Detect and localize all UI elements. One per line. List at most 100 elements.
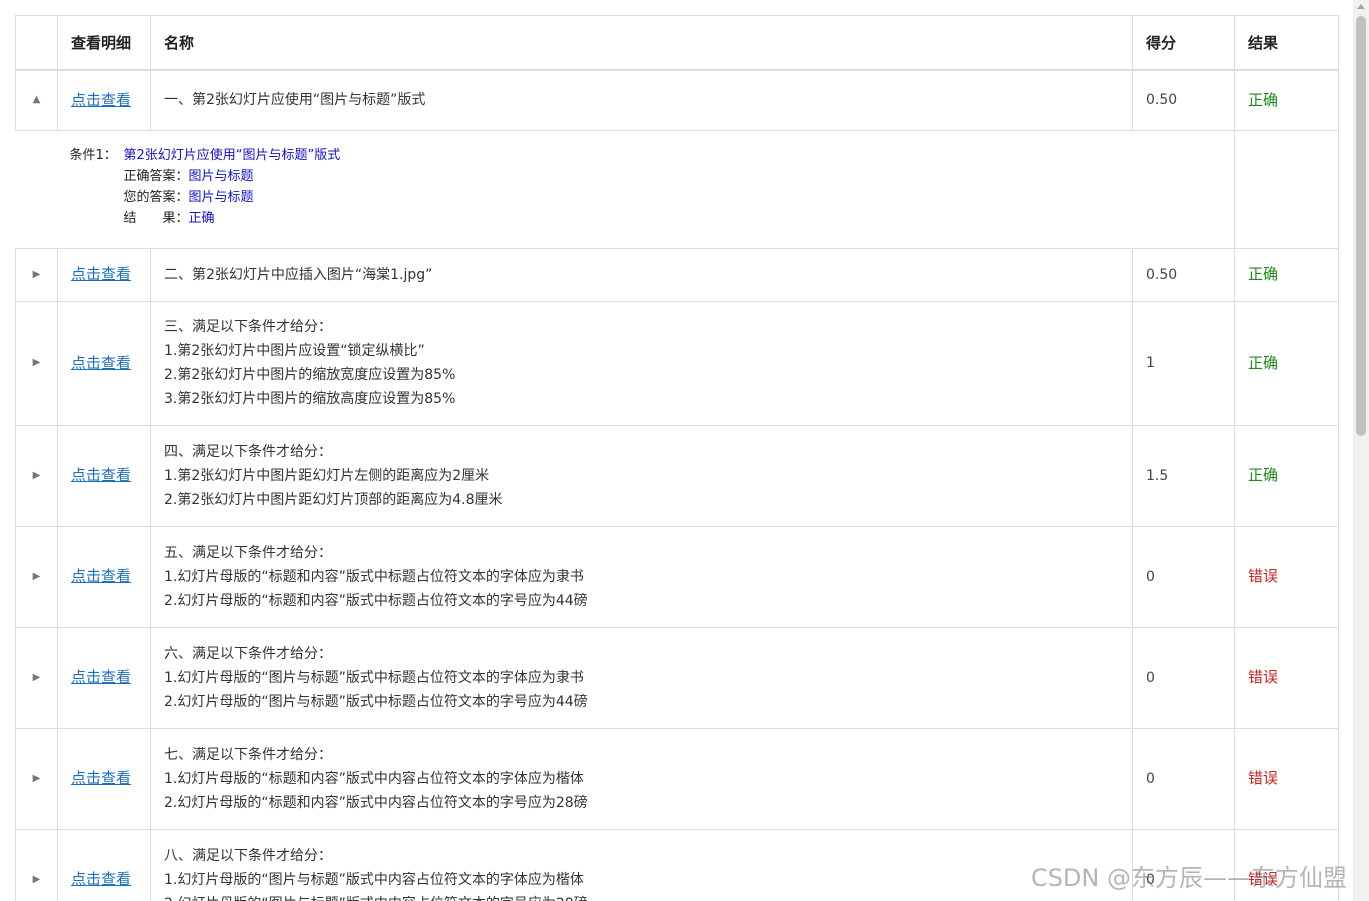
your-answer-label: 您的答案： bbox=[123, 190, 189, 205]
expand-triangle-icon[interactable]: ▶ bbox=[15, 727, 58, 830]
table-row: ▶ 点击查看 五、满足以下条件才给分： 1.幻灯片母版的“标题和内容”版式中标题占位符… bbox=[15, 525, 1339, 628]
result-cell: 正确 bbox=[1234, 300, 1339, 426]
detail-link-cell: 点击查看 bbox=[57, 247, 151, 302]
collapse-triangle-icon[interactable]: ▲ bbox=[15, 69, 58, 131]
table-row: ▲ 点击查看 一、第2张幻灯片应使用“图片与标题”版式 0.50 正确 bbox=[15, 69, 1339, 131]
detail-link-cell: 点击查看 bbox=[57, 626, 151, 729]
view-detail-link[interactable]: 点击查看 bbox=[71, 91, 131, 109]
view-detail-link[interactable]: 点击查看 bbox=[71, 567, 131, 585]
detail-result-row: 结 果： 正确 bbox=[70, 208, 1235, 229]
view-detail-link[interactable]: 点击查看 bbox=[71, 354, 131, 372]
result-cell: 正确 bbox=[1234, 424, 1339, 527]
item-name-line: 1.第2张幻灯片中图片应设置“锁定纵横比” bbox=[164, 343, 425, 359]
result-status: 错误 bbox=[1248, 567, 1279, 585]
item-name-line: 二、第2张幻灯片中应插入图片“海棠1.jpg” bbox=[164, 266, 433, 283]
detail-row: 条件1： 第2张幻灯片应使用“图片与标题”版式 正确答案： 图片与标题 您的答案： 图片与… bbox=[15, 129, 1339, 249]
condition-row: 条件1： 第2张幻灯片应使用“图片与标题”版式 bbox=[70, 145, 1235, 166]
score-value: 0 bbox=[1132, 727, 1235, 830]
vertical-scrollbar[interactable] bbox=[1353, 0, 1369, 901]
detail-result-value: 正确 bbox=[188, 211, 215, 226]
header-score: 得分 bbox=[1132, 15, 1235, 71]
result-cell: 错误 bbox=[1234, 525, 1339, 628]
header-detail: 查看明细 bbox=[57, 15, 151, 71]
table-row: ▶ 点击查看 二、第2张幻灯片中应插入图片“海棠1.jpg” 0.50 正确 bbox=[15, 247, 1339, 302]
score-value: 0 bbox=[1132, 525, 1235, 628]
detail-link-cell: 点击查看 bbox=[57, 727, 151, 830]
expand-triangle-icon[interactable]: ▶ bbox=[15, 247, 58, 302]
expand-triangle-icon[interactable]: ▶ bbox=[15, 828, 58, 901]
your-answer-row: 您的答案： 图片与标题 bbox=[70, 187, 1235, 208]
item-name-line: 一、第2张幻灯片应使用“图片与标题”版式 bbox=[164, 92, 426, 109]
your-answer-value: 图片与标题 bbox=[188, 190, 254, 205]
condition-text: 第2张幻灯片应使用“图片与标题”版式 bbox=[123, 148, 341, 163]
table-row: ▶ 点击查看 三、满足以下条件才给分： 1.第2张幻灯片中图片应设置“锁定纵横比” 2.… bbox=[15, 300, 1339, 426]
view-detail-link[interactable]: 点击查看 bbox=[71, 466, 131, 484]
item-name-line: 1.第2张幻灯片中图片距幻灯片左侧的距离应为2厘米 bbox=[164, 467, 490, 484]
grading-table: 查看明细 名称 得分 结果 ▲ 点击查看 一、第2张幻灯片应使用“图片与标题”版式 0… bbox=[15, 15, 1339, 901]
table-header-row: 查看明细 名称 得分 结果 bbox=[15, 15, 1339, 71]
score-value: 0 bbox=[1132, 626, 1235, 729]
correct-answer-label: 正确答案： bbox=[123, 169, 189, 184]
header-result: 结果 bbox=[1234, 15, 1339, 71]
results-page: 查看明细 名称 得分 结果 ▲ 点击查看 一、第2张幻灯片应使用“图片与标题”版式 0… bbox=[0, 0, 1353, 901]
item-name-line: 2.幻灯片母版的“标题和内容”版式中内容占位符文本的字号应为28磅 bbox=[164, 794, 588, 811]
detail-result-spacer bbox=[1234, 129, 1339, 249]
item-name-line: 三、满足以下条件才给分： bbox=[164, 319, 332, 335]
table-row: ▶ 点击查看 六、满足以下条件才给分： 1.幻灯片母版的“图片与标题”版式中标题占位符… bbox=[15, 626, 1339, 729]
item-name-line: 1.幻灯片母版的“标题和内容”版式中标题占位符文本的字体应为隶书 bbox=[164, 568, 584, 585]
score-value: 0.50 bbox=[1132, 247, 1235, 302]
result-cell: 错误 bbox=[1234, 727, 1339, 830]
correct-answer-value: 图片与标题 bbox=[188, 169, 254, 184]
result-status: 正确 bbox=[1248, 466, 1279, 484]
detail-result-label: 结 果： bbox=[123, 211, 189, 226]
expand-triangle-icon[interactable]: ▶ bbox=[15, 626, 58, 729]
expand-triangle-icon[interactable]: ▶ bbox=[15, 300, 58, 426]
result-cell: 正确 bbox=[1234, 69, 1339, 131]
score-value: 1.5 bbox=[1132, 424, 1235, 527]
item-name-cell: 七、满足以下条件才给分： 1.幻灯片母版的“标题和内容”版式中内容占位符文本的字体… bbox=[150, 727, 1133, 830]
result-cell: 错误 bbox=[1234, 626, 1339, 729]
result-status: 错误 bbox=[1248, 769, 1279, 787]
item-name-line: 七、满足以下条件才给分： bbox=[164, 746, 332, 763]
item-name-line: 1.幻灯片母版的“图片与标题”版式中内容占位符文本的字体应为楷体 bbox=[164, 871, 584, 888]
header-toggle bbox=[15, 15, 58, 71]
table-body: ▲ 点击查看 一、第2张幻灯片应使用“图片与标题”版式 0.50 正确 条件1： 第2张幻灯… bbox=[15, 69, 1339, 901]
detail-link-cell: 点击查看 bbox=[57, 69, 151, 131]
view-detail-link[interactable]: 点击查看 bbox=[71, 265, 131, 283]
item-name-line: 1.幻灯片母版的“图片与标题”版式中标题占位符文本的字体应为隶书 bbox=[164, 669, 584, 686]
condition-label: 条件1： bbox=[69, 148, 117, 163]
item-name-line: 四、满足以下条件才给分： bbox=[164, 443, 332, 460]
item-name-line: 3.第2张幻灯片中图片的缩放高度应设置为85% bbox=[164, 391, 456, 407]
expand-triangle-icon[interactable]: ▶ bbox=[15, 525, 58, 628]
result-status: 正确 bbox=[1248, 90, 1279, 109]
item-name-cell: 六、满足以下条件才给分： 1.幻灯片母版的“图片与标题”版式中标题占位符文本的字体… bbox=[150, 626, 1133, 729]
score-value: 0.50 bbox=[1132, 69, 1235, 131]
item-name-line: 2.第2张幻灯片中图片的缩放宽度应设置为85% bbox=[164, 367, 456, 383]
detail-panel: 条件1： 第2张幻灯片应使用“图片与标题”版式 正确答案： 图片与标题 您的答案： 图片与… bbox=[15, 129, 1235, 249]
item-name-cell: 二、第2张幻灯片中应插入图片“海棠1.jpg” bbox=[150, 247, 1133, 302]
watermark: CSDN @东方辰——东方仙盟 bbox=[1030, 864, 1347, 892]
detail-link-cell: 点击查看 bbox=[57, 424, 151, 527]
item-name-cell: 一、第2张幻灯片应使用“图片与标题”版式 bbox=[150, 69, 1133, 131]
item-name-line: 2.幻灯片母版的“标题和内容”版式中标题占位符文本的字号应为44磅 bbox=[164, 592, 588, 609]
item-name-line: 六、满足以下条件才给分： bbox=[164, 645, 332, 662]
item-name-line: 八、满足以下条件才给分： bbox=[164, 847, 332, 864]
result-status: 正确 bbox=[1248, 265, 1279, 283]
view-detail-link[interactable]: 点击查看 bbox=[71, 870, 131, 888]
expand-triangle-icon[interactable]: ▶ bbox=[15, 424, 58, 527]
detail-link-cell: 点击查看 bbox=[57, 300, 151, 426]
correct-answer-row: 正确答案： 图片与标题 bbox=[70, 166, 1235, 187]
view-detail-link[interactable]: 点击查看 bbox=[71, 668, 131, 686]
item-name-line: 2.幻灯片母版的“图片与标题”版式中内容占位符文本的字号应为28磅 bbox=[164, 892, 1119, 901]
view-detail-link[interactable]: 点击查看 bbox=[71, 769, 131, 787]
table-row: ▶ 点击查看 四、满足以下条件才给分： 1.第2张幻灯片中图片距幻灯片左侧的距离应为2… bbox=[15, 424, 1339, 527]
scroll-thumb[interactable] bbox=[1356, 16, 1366, 436]
item-name-line: 2.第2张幻灯片中图片距幻灯片顶部的距离应为4.8厘米 bbox=[164, 491, 503, 508]
item-name-cell: 三、满足以下条件才给分： 1.第2张幻灯片中图片应设置“锁定纵横比” 2.第2张幻灯… bbox=[150, 300, 1133, 426]
result-status: 正确 bbox=[1248, 353, 1279, 372]
item-name-line: 2.幻灯片母版的“图片与标题”版式中标题占位符文本的字号应为44磅 bbox=[164, 693, 588, 710]
detail-link-cell: 点击查看 bbox=[57, 828, 151, 901]
scroll-up-arrow-icon[interactable] bbox=[1357, 4, 1365, 9]
table-row: ▶ 点击查看 七、满足以下条件才给分： 1.幻灯片母版的“标题和内容”版式中内容占位符… bbox=[15, 727, 1339, 830]
header-name: 名称 bbox=[150, 15, 1133, 71]
